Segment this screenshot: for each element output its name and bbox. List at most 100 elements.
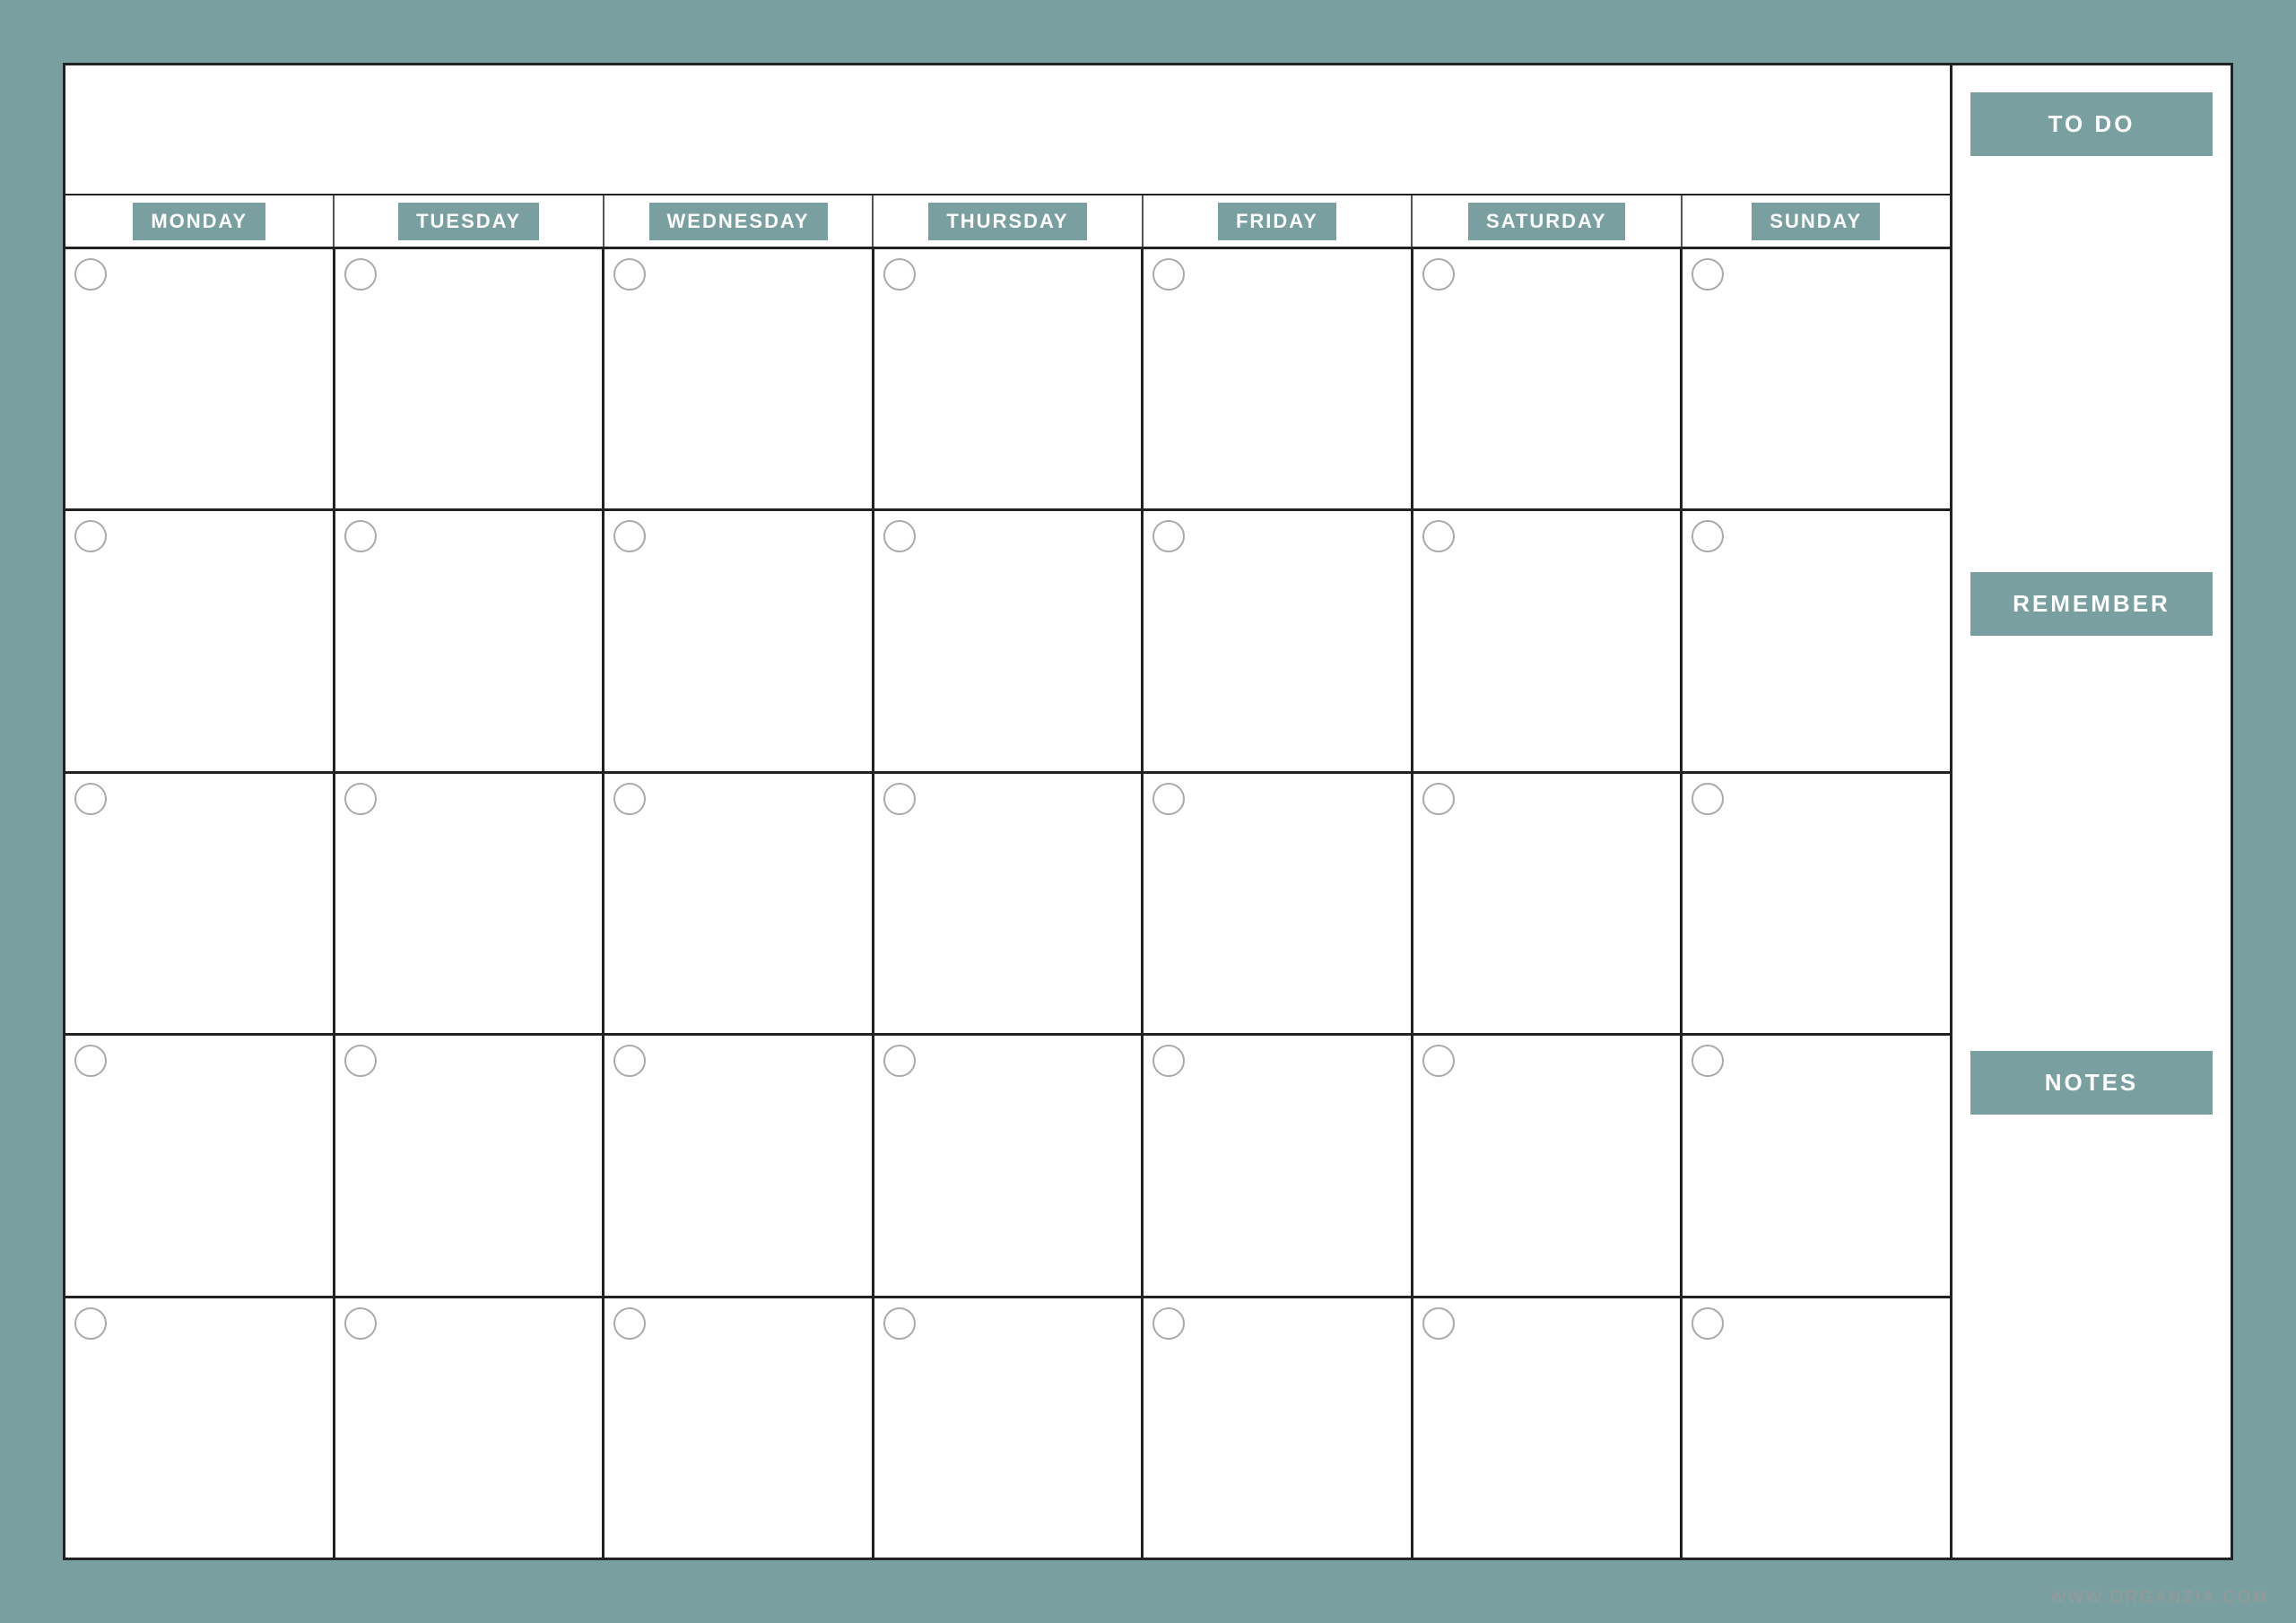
saturday-label: SATURDAY xyxy=(1468,203,1625,240)
cell-5-6[interactable] xyxy=(1413,1298,1683,1558)
cell-4-5[interactable] xyxy=(1144,1036,1413,1295)
circle-icon xyxy=(1692,520,1724,552)
circle-icon xyxy=(883,1045,916,1077)
tuesday-label: TUESDAY xyxy=(398,203,539,240)
circle-icon xyxy=(613,1307,646,1340)
cell-2-4[interactable] xyxy=(874,511,1144,770)
cell-1-4[interactable] xyxy=(874,249,1144,508)
cell-4-2[interactable] xyxy=(335,1036,605,1295)
cell-5-2[interactable] xyxy=(335,1298,605,1558)
circle-icon xyxy=(1152,1307,1185,1340)
circle-icon xyxy=(1692,783,1724,815)
cell-4-4[interactable] xyxy=(874,1036,1144,1295)
website-watermark: WWW.ORGANZIA.COM xyxy=(2050,1588,2269,1607)
day-header-wednesday: WEDNESDAY xyxy=(604,195,874,247)
todo-button: TO DO xyxy=(1970,92,2213,156)
cell-1-1[interactable] xyxy=(65,249,335,508)
sidebar: TO DO REMEMBER NOTES xyxy=(1952,65,2231,1558)
cell-2-1[interactable] xyxy=(65,511,335,770)
cell-3-6[interactable] xyxy=(1413,774,1683,1033)
friday-label: FRIDAY xyxy=(1218,203,1336,240)
circle-icon xyxy=(74,1045,107,1077)
calendar-grid xyxy=(65,249,1950,1558)
cell-1-5[interactable] xyxy=(1144,249,1413,508)
calendar-section: MONDAY TUESDAY WEDNESDAY THURSDAY FRIDAY… xyxy=(65,65,1952,1558)
sidebar-spacer-2 xyxy=(1970,636,2213,1052)
circle-icon xyxy=(1422,783,1455,815)
calendar-header-blank xyxy=(65,65,1950,195)
circle-icon xyxy=(883,1307,916,1340)
cell-5-1[interactable] xyxy=(65,1298,335,1558)
cell-3-7[interactable] xyxy=(1683,774,1950,1033)
cell-5-4[interactable] xyxy=(874,1298,1144,1558)
cell-3-1[interactable] xyxy=(65,774,335,1033)
day-header-monday: MONDAY xyxy=(65,195,335,247)
circle-icon xyxy=(613,783,646,815)
cell-1-3[interactable] xyxy=(604,249,874,508)
wednesday-label: WEDNESDAY xyxy=(649,203,828,240)
day-header-sunday: SUNDAY xyxy=(1683,195,1950,247)
monday-label: MONDAY xyxy=(133,203,265,240)
thursday-label: THURSDAY xyxy=(928,203,1086,240)
cell-1-6[interactable] xyxy=(1413,249,1683,508)
circle-icon xyxy=(1692,1045,1724,1077)
day-header-thursday: THURSDAY xyxy=(874,195,1143,247)
circle-icon xyxy=(1422,1045,1455,1077)
circle-icon xyxy=(613,520,646,552)
circle-icon xyxy=(74,1307,107,1340)
cell-5-7[interactable] xyxy=(1683,1298,1950,1558)
day-header-friday: FRIDAY xyxy=(1144,195,1413,247)
circle-icon xyxy=(344,520,377,552)
circle-icon xyxy=(613,1045,646,1077)
circle-icon xyxy=(1692,1307,1724,1340)
cell-3-4[interactable] xyxy=(874,774,1144,1033)
circle-icon xyxy=(344,1045,377,1077)
cell-2-3[interactable] xyxy=(604,511,874,770)
cell-4-3[interactable] xyxy=(604,1036,874,1295)
circle-icon xyxy=(1422,520,1455,552)
circle-icon xyxy=(1422,1307,1455,1340)
sidebar-spacer-1 xyxy=(1970,156,2213,572)
calendar-row-4 xyxy=(65,1036,1950,1298)
calendar-row-1 xyxy=(65,249,1950,511)
cell-4-6[interactable] xyxy=(1413,1036,1683,1295)
day-headers: MONDAY TUESDAY WEDNESDAY THURSDAY FRIDAY… xyxy=(65,195,1950,249)
cell-2-5[interactable] xyxy=(1144,511,1413,770)
circle-icon xyxy=(344,258,377,291)
circle-icon xyxy=(613,258,646,291)
day-header-saturday: SATURDAY xyxy=(1413,195,1682,247)
cell-5-5[interactable] xyxy=(1144,1298,1413,1558)
circle-icon xyxy=(883,520,916,552)
circle-icon xyxy=(1422,258,1455,291)
circle-icon xyxy=(883,258,916,291)
cell-3-3[interactable] xyxy=(604,774,874,1033)
remember-button: REMEMBER xyxy=(1970,572,2213,636)
circle-icon xyxy=(1692,258,1724,291)
cell-1-7[interactable] xyxy=(1683,249,1950,508)
calendar-row-5 xyxy=(65,1298,1950,1558)
circle-icon xyxy=(74,258,107,291)
cell-2-7[interactable] xyxy=(1683,511,1950,770)
cell-3-5[interactable] xyxy=(1144,774,1413,1033)
sunday-label: SUNDAY xyxy=(1752,203,1880,240)
sidebar-spacer-3 xyxy=(1970,1115,2213,1531)
circle-icon xyxy=(883,783,916,815)
circle-icon xyxy=(1152,1045,1185,1077)
circle-icon xyxy=(1152,783,1185,815)
calendar-row-3 xyxy=(65,774,1950,1036)
calendar-row-2 xyxy=(65,511,1950,773)
page: MONDAY TUESDAY WEDNESDAY THURSDAY FRIDAY… xyxy=(63,63,2233,1560)
circle-icon xyxy=(74,520,107,552)
cell-4-7[interactable] xyxy=(1683,1036,1950,1295)
day-header-tuesday: TUESDAY xyxy=(335,195,604,247)
circle-icon xyxy=(344,783,377,815)
cell-5-3[interactable] xyxy=(604,1298,874,1558)
cell-4-1[interactable] xyxy=(65,1036,335,1295)
cell-3-2[interactable] xyxy=(335,774,605,1033)
circle-icon xyxy=(1152,520,1185,552)
notes-button: NOTES xyxy=(1970,1051,2213,1115)
cell-2-6[interactable] xyxy=(1413,511,1683,770)
circle-icon xyxy=(1152,258,1185,291)
cell-2-2[interactable] xyxy=(335,511,605,770)
cell-1-2[interactable] xyxy=(335,249,605,508)
